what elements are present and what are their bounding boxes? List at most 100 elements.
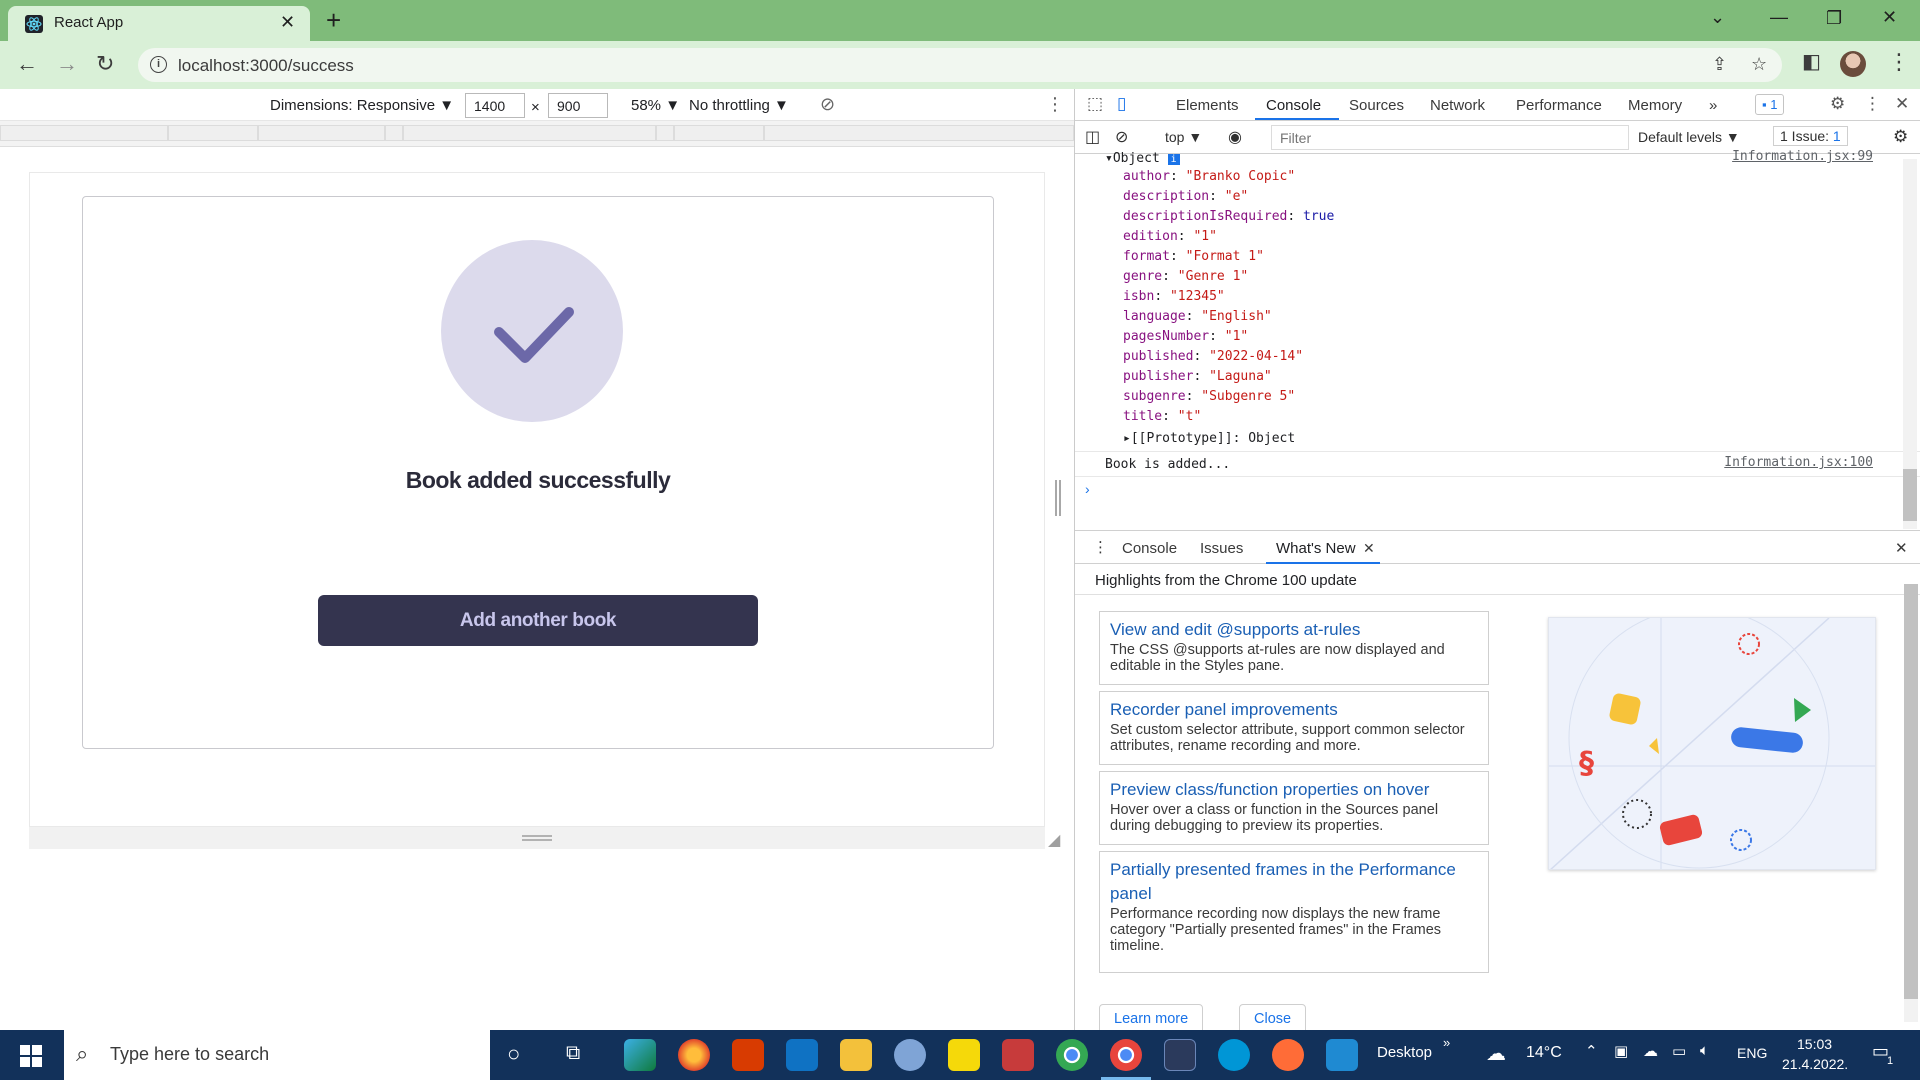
object-field-row[interactable]: language: "English"	[1123, 307, 1272, 327]
device-toolbar-menu-icon[interactable]: ⋮	[1046, 94, 1064, 115]
side-panel-icon[interactable]: ◧	[1802, 52, 1821, 72]
sticky-notes-icon[interactable]	[948, 1039, 980, 1071]
resize-grip-icon[interactable]	[522, 835, 552, 841]
battery-icon[interactable]: ▭	[1672, 1042, 1686, 1060]
vscode-icon[interactable]	[1326, 1039, 1358, 1071]
rotate-icon[interactable]: ⊘	[820, 94, 835, 115]
desktop-chevron-icon[interactable]: »	[1443, 1035, 1450, 1050]
close-whats-new-icon[interactable]: ✕	[1363, 540, 1375, 557]
media-query-segment[interactable]	[385, 125, 403, 141]
prototype-row[interactable]: ▸[[Prototype]]: Object	[1123, 429, 1295, 449]
mail-icon[interactable]	[786, 1039, 818, 1071]
settings-gear-icon[interactable]: ⚙	[1830, 95, 1845, 112]
tray-chevron-icon[interactable]: ⌃	[1585, 1042, 1598, 1060]
whats-new-title[interactable]: View and edit @supports at-rules	[1110, 618, 1478, 642]
new-tab-button[interactable]: +	[326, 7, 341, 33]
tab-memory[interactable]: Memory	[1628, 97, 1682, 114]
url-text[interactable]: localhost:3000/success	[178, 56, 354, 76]
site-info-icon[interactable]: i	[150, 56, 167, 73]
inspect-element-icon[interactable]: ⬚	[1087, 95, 1103, 112]
whats-new-item[interactable]: Preview class/function properties on hov…	[1099, 771, 1489, 845]
share-icon[interactable]: ⇪	[1712, 55, 1727, 73]
reload-icon[interactable]: ↻	[96, 53, 114, 75]
devtools-close-icon[interactable]: ✕	[1895, 95, 1909, 112]
drawer-tab-whats-new[interactable]: What's New	[1276, 540, 1356, 557]
object-field-row[interactable]: pagesNumber: "1"	[1123, 327, 1248, 347]
live-expression-eye-icon[interactable]: ◉	[1228, 127, 1242, 147]
taskbar-search-box[interactable]: ⌕ Type here to search	[64, 1030, 490, 1080]
skype-icon[interactable]	[1218, 1039, 1250, 1071]
sidebar-toggle-icon[interactable]: ◫	[1085, 127, 1100, 147]
media-query-segment[interactable]	[168, 125, 258, 141]
bookmark-star-icon[interactable]: ☆	[1751, 55, 1767, 73]
weather-temp[interactable]: 14°C	[1526, 1044, 1562, 1062]
close-tab-icon[interactable]: ✕	[280, 13, 295, 31]
minimize-icon[interactable]: —	[1770, 8, 1788, 26]
tab-search-chevron-icon[interactable]: ⌄	[1710, 8, 1725, 26]
tab-console[interactable]: Console	[1266, 97, 1321, 114]
windows-start-icon[interactable]	[20, 1045, 42, 1067]
object-field-row[interactable]: title: "t"	[1123, 407, 1201, 427]
snipping-tool-icon[interactable]	[894, 1039, 926, 1071]
object-source-link[interactable]: Information.jsx:99	[1732, 149, 1873, 164]
clock-time[interactable]: 15:03	[1797, 1036, 1832, 1052]
object-field-row[interactable]: description: "e"	[1123, 187, 1248, 207]
file-explorer-icon[interactable]	[840, 1039, 872, 1071]
object-field-row[interactable]: publisher: "Laguna"	[1123, 367, 1272, 387]
whats-new-title[interactable]: Preview class/function properties on hov…	[1110, 778, 1478, 802]
object-field-row[interactable]: isbn: "12345"	[1123, 287, 1225, 307]
object-field-row[interactable]: subgenre: "Subgenre 5"	[1123, 387, 1295, 407]
object-field-row[interactable]: genre: "Genre 1"	[1123, 267, 1248, 287]
desktop-toolbar-label[interactable]: Desktop	[1377, 1044, 1432, 1061]
console-filter-input[interactable]	[1271, 125, 1629, 150]
chrome-active-icon[interactable]	[1110, 1039, 1142, 1071]
tab-network[interactable]: Network	[1430, 97, 1485, 114]
object-field-row[interactable]: author: "Branko Copic"	[1123, 167, 1295, 187]
media-query-segment[interactable]	[403, 125, 656, 141]
more-tabs-icon[interactable]: »	[1709, 97, 1717, 114]
browser-tab[interactable]: React App ✕	[8, 6, 310, 41]
drawer-close-icon[interactable]: ✕	[1895, 539, 1908, 557]
cortana-icon[interactable]: ○	[507, 1041, 520, 1067]
messages-badge[interactable]: ▪ 1	[1755, 94, 1785, 115]
media-query-segment[interactable]	[674, 125, 764, 141]
window-close-icon[interactable]: ✕	[1882, 8, 1897, 26]
postman-icon[interactable]	[1272, 1039, 1304, 1071]
device-toggle-icon[interactable]: ▯	[1117, 95, 1126, 112]
console-prompt-icon[interactable]: ›	[1085, 481, 1090, 497]
side-resize-handle-icon[interactable]	[1055, 480, 1061, 516]
add-another-book-button[interactable]: Add another book	[318, 595, 758, 646]
input-language[interactable]: ENG	[1737, 1045, 1767, 1061]
device-tray-icon[interactable]: ▣	[1614, 1042, 1628, 1060]
console-settings-gear-icon[interactable]: ⚙	[1893, 127, 1908, 147]
drawer-menu-icon[interactable]: ⋮	[1093, 538, 1108, 556]
forward-icon[interactable]: →	[56, 53, 78, 75]
console-scrollbar-thumb[interactable]	[1903, 469, 1917, 521]
media-query-segment[interactable]	[656, 125, 674, 141]
onedrive-icon[interactable]: ☁	[1643, 1042, 1658, 1060]
device-width-input[interactable]	[465, 93, 525, 118]
media-query-segment[interactable]	[258, 125, 385, 141]
task-view-icon[interactable]: ⧉	[566, 1042, 580, 1065]
chrome-icon[interactable]	[1056, 1039, 1088, 1071]
whats-new-title[interactable]: Recorder panel improvements	[1110, 698, 1478, 722]
whats-new-item[interactable]: Partially presented frames in the Perfor…	[1099, 851, 1489, 973]
omnibox[interactable]: i localhost:3000/success ⇪ ☆	[138, 48, 1782, 82]
drawer-tab-console[interactable]: Console	[1122, 540, 1177, 557]
edge-icon[interactable]	[624, 1039, 656, 1071]
profile-avatar[interactable]	[1840, 51, 1866, 77]
corner-resize-icon[interactable]: ◢	[1048, 830, 1060, 850]
tab-elements[interactable]: Elements	[1176, 97, 1239, 114]
clock-date[interactable]: 21.4.2022.	[1782, 1056, 1848, 1072]
browser-menu-icon[interactable]: ⋮	[1888, 51, 1910, 73]
clear-console-icon[interactable]: ⊘	[1115, 127, 1128, 147]
whats-new-title[interactable]: Partially presented frames in the Perfor…	[1110, 858, 1478, 906]
issues-button[interactable]: 1 Issue: 1	[1773, 126, 1848, 146]
whats-new-item[interactable]: View and edit @supports at-rules The CSS…	[1099, 611, 1489, 685]
gmail-icon[interactable]	[1002, 1039, 1034, 1071]
throttling-dropdown[interactable]: No throttling ▼	[689, 97, 789, 114]
media-query-segment[interactable]	[0, 125, 168, 141]
object-field-row[interactable]: descriptionIsRequired: true	[1123, 207, 1334, 227]
back-icon[interactable]: ←	[16, 53, 38, 75]
media-query-segment[interactable]	[764, 125, 1074, 141]
